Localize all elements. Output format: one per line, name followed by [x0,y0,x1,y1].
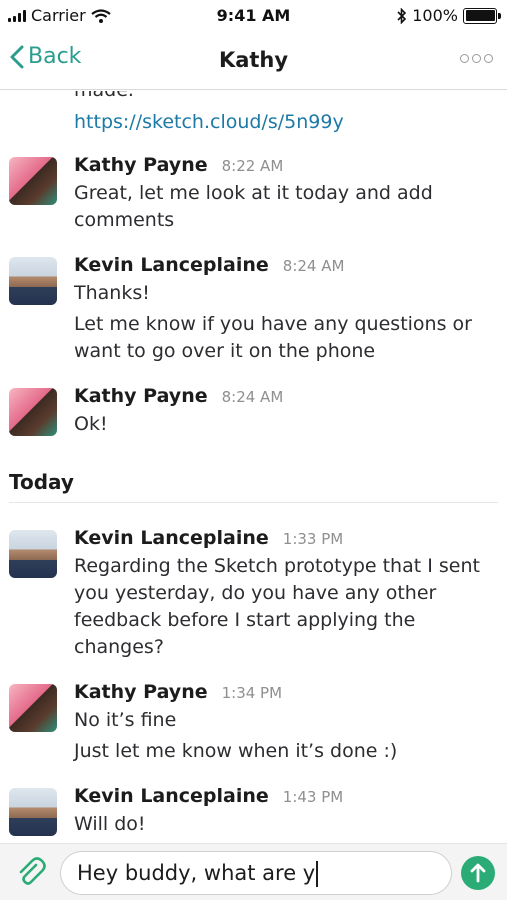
conversation-title: Kathy [218,48,289,72]
message-text: Regarding the Sketch prototype that I se… [74,555,480,577]
nav-bar: Back Kathy [0,32,507,90]
message-author[interactable]: Kevin Lanceplaine 1:43 PM [74,785,343,807]
message-author[interactable]: Kevin Lanceplaine 8:24 AM [74,254,344,276]
message-time: 1:33 PM [282,530,344,548]
message-author[interactable]: Kathy Payne 8:24 AM [74,385,283,407]
message-text: Thanks! [74,282,150,304]
message-text: changes? [74,636,164,658]
battery-icon [463,7,501,24]
divider-line [9,502,498,503]
text-caret [316,861,319,887]
message-author[interactable]: Kathy Payne 8:22 AM [74,154,283,176]
bluetooth-icon [397,7,407,24]
status-right: 100% [397,6,501,25]
message-text: made. [74,91,134,101]
message-text: No it’s fine [74,709,177,731]
more-icon[interactable] [460,54,493,63]
status-bar: Carrier 9:41 AM 100% [0,0,507,32]
message-author[interactable]: Kathy Payne 1:34 PM [74,681,282,703]
message-text: Let me know if you have any questions or [74,313,472,335]
message-time: 1:34 PM [221,684,283,702]
battery-percent: 100% [412,6,458,25]
avatar[interactable] [9,684,57,732]
message-text: Just let me know when it’s done :) [74,740,398,762]
message-time: 8:22 AM [221,157,284,175]
message-time: 8:24 AM [221,388,284,406]
message-input[interactable]: Hey buddy, what are y [60,851,452,895]
message-text: feedback before I start applying the [74,609,416,631]
avatar[interactable] [9,530,57,578]
avatar[interactable] [9,788,57,836]
message-time: 1:43 PM [282,788,344,806]
message-text: Will do! [74,813,146,835]
avatar[interactable] [9,157,57,205]
message-time: 8:24 AM [282,257,345,275]
message-text: want to go over it on the phone [74,340,376,362]
message-text: comments [74,209,175,231]
send-button[interactable] [461,856,495,890]
paperclip-icon[interactable] [14,856,48,890]
message-list[interactable]: made. https://sketch.cloud/s/5n99y Kathy… [0,91,507,843]
message-text: Ok! [74,413,108,435]
avatar[interactable] [9,388,57,436]
message-text: you yesterday, do you have any other [74,582,437,604]
message-text: Great, let me look at it today and add [74,182,433,204]
avatar[interactable] [9,257,57,305]
day-label: Today [9,470,74,494]
sketch-link[interactable]: https://sketch.cloud/s/5n99y [74,111,344,133]
arrow-up-icon [470,863,486,883]
composer: Hey buddy, what are y [0,843,507,900]
message-author[interactable]: Kevin Lanceplaine 1:33 PM [74,527,343,549]
